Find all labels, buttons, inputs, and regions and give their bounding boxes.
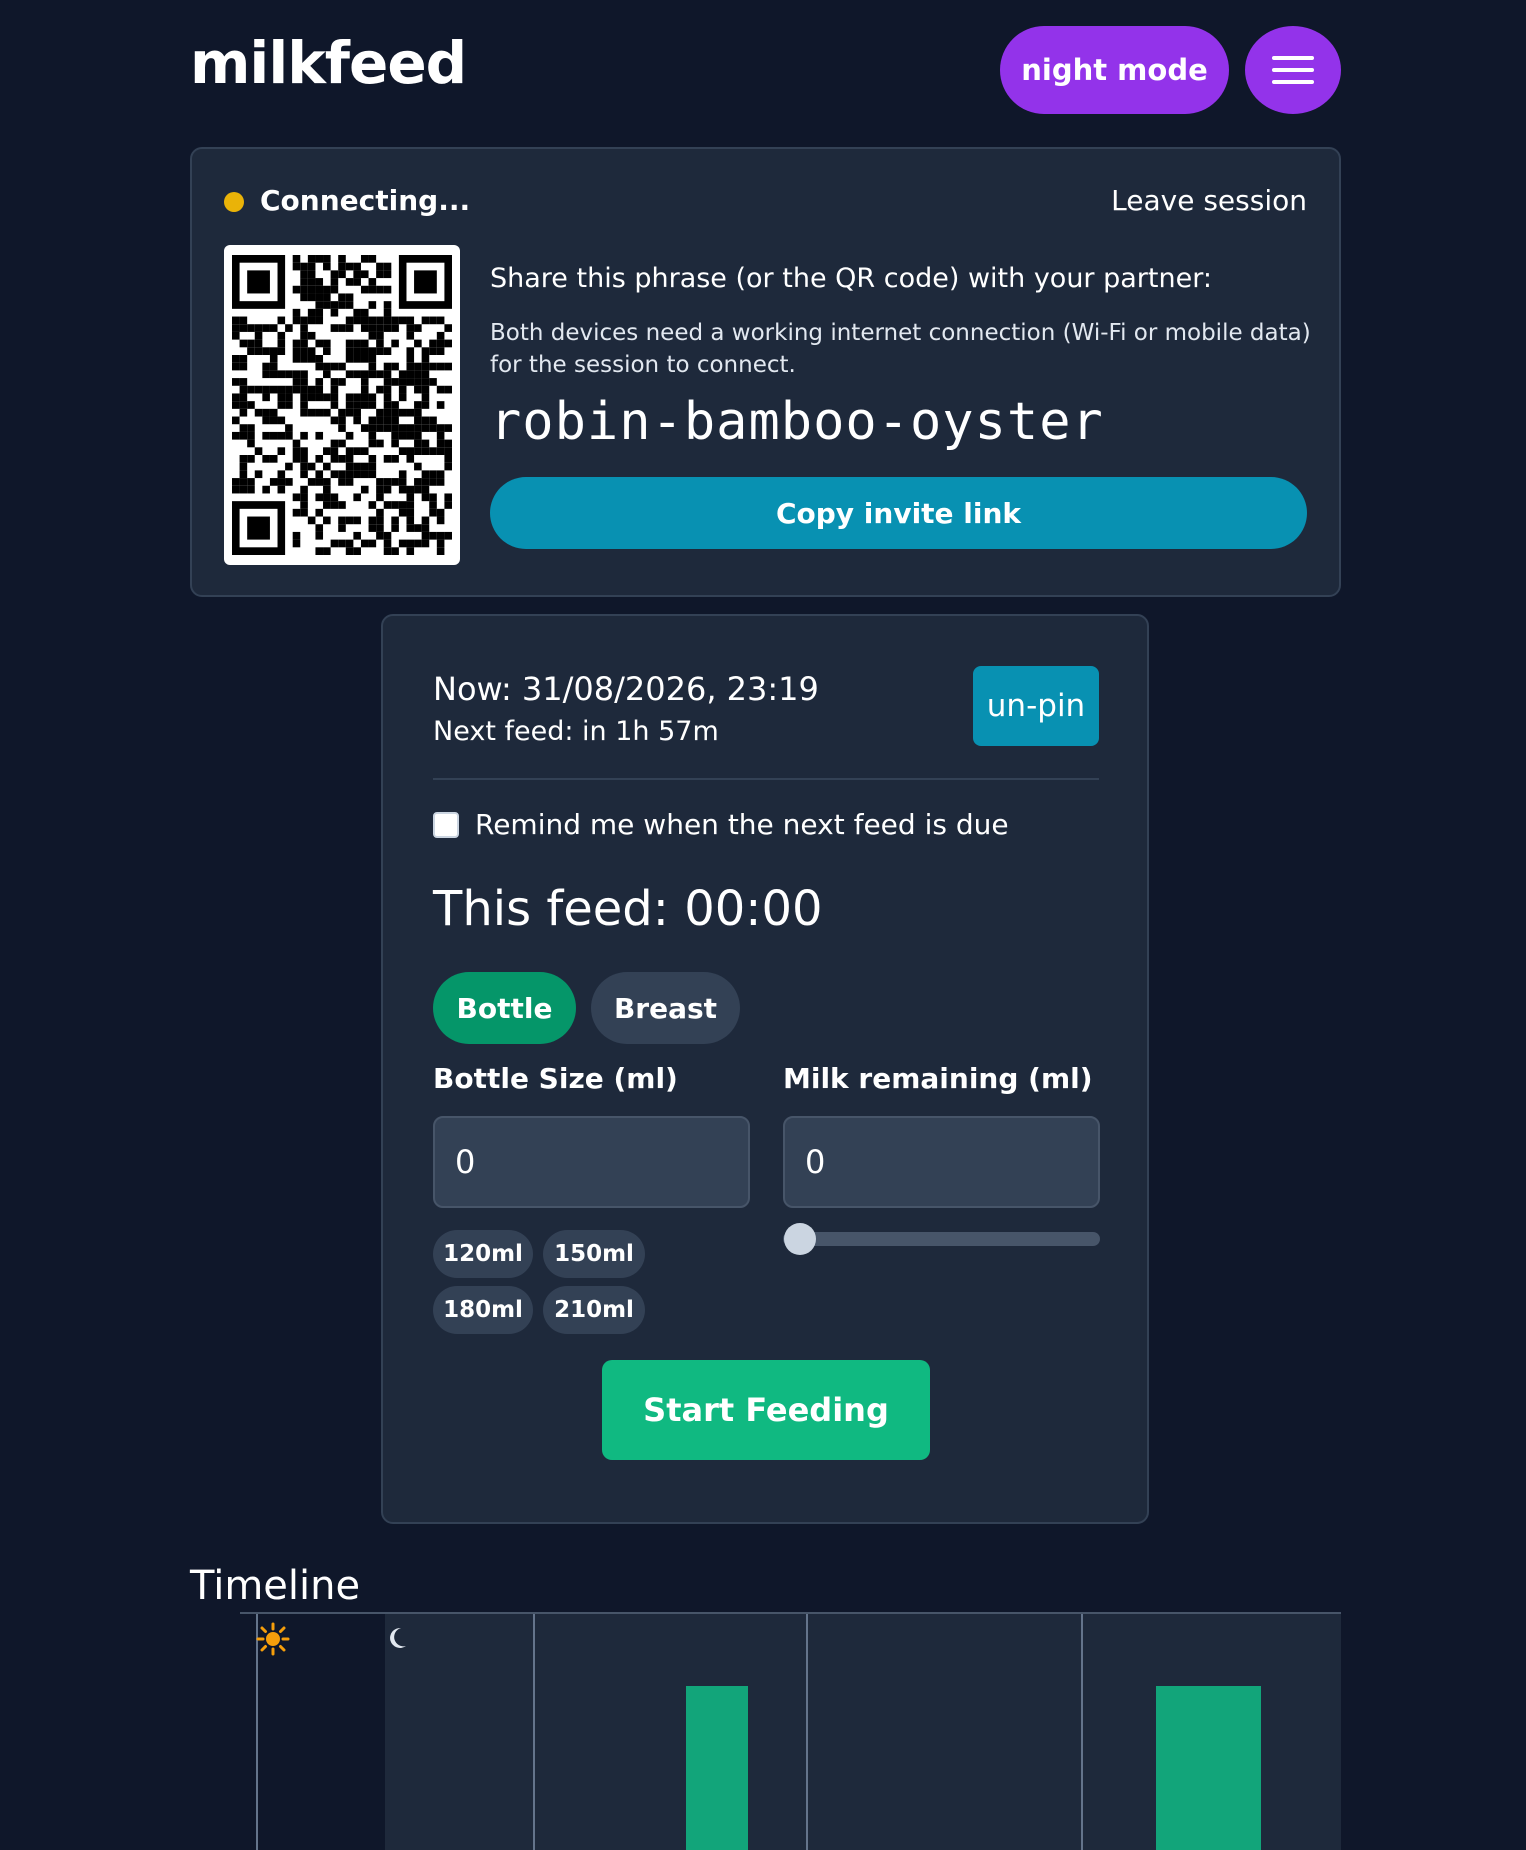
app-root: milkfeed night mode Connecting... Leave … bbox=[0, 0, 1526, 1850]
copy-invite-link-button[interactable]: Copy invite link bbox=[490, 477, 1307, 549]
hamburger-icon-line bbox=[1272, 80, 1314, 84]
next-feed-time: Next feed: in 1h 57m bbox=[433, 716, 719, 747]
slider-handle[interactable] bbox=[784, 1223, 816, 1255]
current-time: Now: 31/08/2026, 23:19 bbox=[433, 670, 819, 708]
timeline-gridline bbox=[533, 1614, 535, 1850]
feed-type-breast-tab[interactable]: Breast bbox=[591, 972, 740, 1044]
qr-code-icon bbox=[232, 255, 452, 555]
feed-card: Now: 31/08/2026, 23:19 Next feed: in 1h … bbox=[381, 614, 1149, 1524]
preset-180ml-button[interactable]: 180ml bbox=[433, 1286, 533, 1334]
status-indicator-icon bbox=[224, 192, 244, 212]
timeline-title: Timeline bbox=[190, 1563, 361, 1609]
timeline-gridline bbox=[1081, 1614, 1083, 1850]
milk-remaining-input[interactable]: 0 bbox=[783, 1116, 1100, 1208]
timeline-chart bbox=[240, 1612, 1341, 1850]
unpin-button[interactable]: un-pin bbox=[973, 666, 1099, 746]
feed-bar[interactable] bbox=[686, 1686, 748, 1850]
remind-checkbox[interactable] bbox=[433, 812, 459, 838]
leave-session-link[interactable]: Leave session bbox=[1111, 183, 1307, 219]
start-feeding-button[interactable]: Start Feeding bbox=[602, 1360, 930, 1460]
connection-status: Connecting... bbox=[260, 184, 471, 217]
session-card: Connecting... Leave session Share this p… bbox=[190, 147, 1341, 597]
preset-210ml-button[interactable]: 210ml bbox=[543, 1286, 645, 1334]
bottle-size-input[interactable]: 0 bbox=[433, 1116, 750, 1208]
share-description: Both devices need a working internet con… bbox=[490, 320, 1311, 378]
milk-remaining-slider[interactable] bbox=[783, 1232, 1100, 1246]
menu-button[interactable] bbox=[1245, 26, 1341, 114]
this-feed-timer: This feed: 00:00 bbox=[433, 881, 823, 937]
app-logo: milkfeed bbox=[190, 29, 467, 97]
feed-bar[interactable] bbox=[1156, 1686, 1261, 1850]
sun-icon bbox=[256, 1622, 290, 1656]
session-phrase: robin-bamboo-oyster bbox=[490, 392, 1104, 452]
hamburger-icon-line bbox=[1272, 56, 1314, 60]
preset-120ml-button[interactable]: 120ml bbox=[433, 1230, 533, 1278]
hamburger-icon-line bbox=[1272, 68, 1314, 72]
feed-type-bottle-tab[interactable]: Bottle bbox=[433, 972, 576, 1044]
share-title: Share this phrase (or the QR code) with … bbox=[490, 263, 1212, 294]
moon-icon bbox=[390, 1627, 406, 1648]
remind-label[interactable]: Remind me when the next feed is due bbox=[475, 806, 1009, 844]
milk-remaining-label: Milk remaining (ml) bbox=[783, 1062, 1093, 1095]
night-mode-button[interactable]: night mode bbox=[1000, 26, 1229, 114]
divider bbox=[433, 778, 1099, 780]
bottle-size-label: Bottle Size (ml) bbox=[433, 1062, 678, 1095]
timeline-gridline bbox=[806, 1614, 808, 1850]
preset-150ml-button[interactable]: 150ml bbox=[543, 1230, 645, 1278]
qr-code bbox=[224, 245, 460, 565]
